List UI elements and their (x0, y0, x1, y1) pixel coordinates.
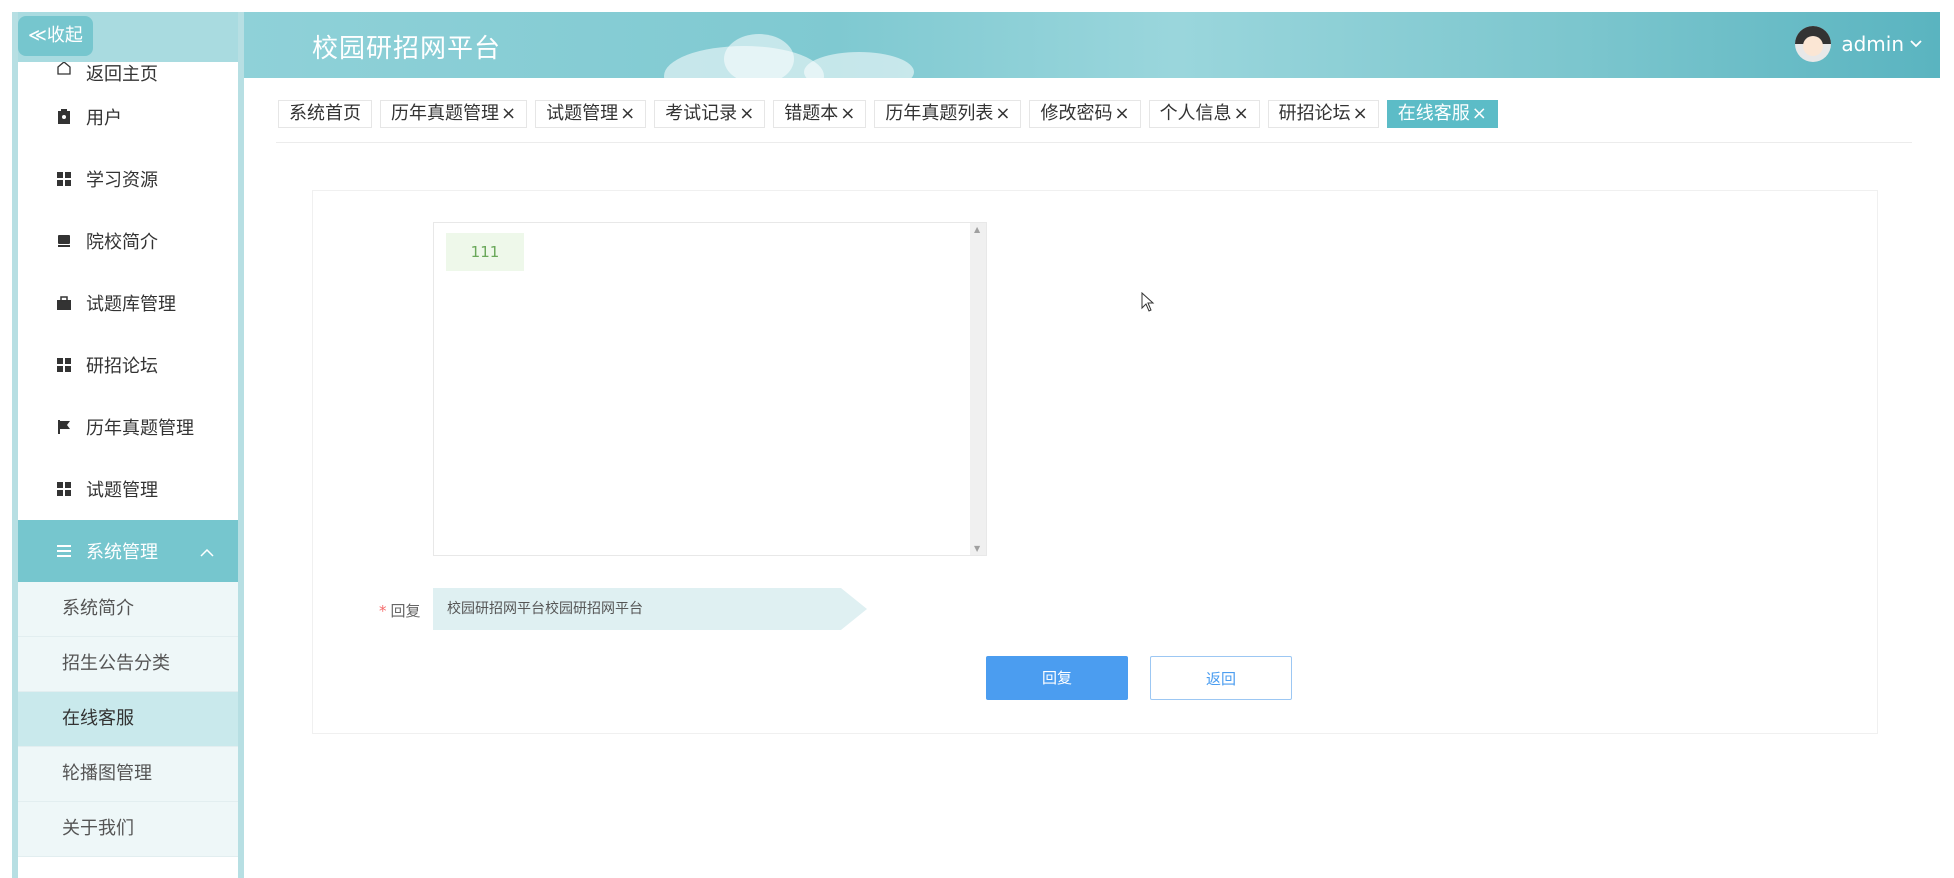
header-cloud-decoration (804, 52, 914, 78)
sidebar-item-label: 研招论坛 (86, 356, 158, 377)
sidebar-item-question-bank[interactable]: 试题库管理 (18, 272, 238, 334)
tab-exam-records[interactable]: 考试记录 × (654, 100, 766, 128)
reply-label-text: 回复 (390, 602, 421, 620)
scroll-down-icon[interactable]: ▼ (974, 544, 980, 553)
tab-label: 试题管理 (546, 103, 619, 124)
tabs-divider (276, 142, 1912, 143)
sidebar-item-past-exams[interactable]: 历年真题管理 (18, 396, 238, 458)
sidebar: ≪收起 返回主页 用户 学习资源 院校简介 试题库管理 研招论坛 历年真题管理 … (18, 12, 238, 878)
tab-label: 错题本 (784, 103, 839, 124)
sidebar-menu: 返回主页 用户 学习资源 院校简介 试题库管理 研招论坛 历年真题管理 试题管理… (18, 60, 238, 582)
sidebar-item-resources[interactable]: 学习资源 (18, 148, 238, 210)
tab-label: 在线客服 (1397, 103, 1470, 124)
sidebar-item-user[interactable]: 用户 (18, 86, 238, 148)
book-icon (56, 233, 72, 249)
list-icon (56, 543, 72, 559)
username: admin (1841, 32, 1904, 56)
tab-label: 考试记录 (665, 103, 738, 124)
top-header: 校园研招网平台 admin (244, 12, 1940, 78)
required-mark: * (379, 602, 387, 620)
submenu-item-admission-categories[interactable]: 招生公告分类 (18, 637, 238, 692)
briefcase-icon (56, 295, 72, 311)
close-icon[interactable]: × (995, 103, 1010, 124)
chevron-up-icon (200, 542, 214, 561)
mouse-cursor-icon (1141, 292, 1155, 312)
reply-button[interactable]: 回复 (986, 656, 1128, 700)
sidebar-submenu: 系统简介 招生公告分类 在线客服 轮播图管理 关于我们 (18, 582, 238, 857)
back-button[interactable]: 返回 (1150, 656, 1292, 700)
app-title: 校园研招网平台 (312, 34, 502, 64)
sidebar-divider (238, 12, 244, 878)
sidebar-item-label: 返回主页 (86, 64, 158, 85)
tab-label: 系统首页 (289, 103, 361, 124)
tab-home[interactable]: 系统首页 (278, 100, 372, 128)
grid-icon (56, 171, 72, 187)
close-icon[interactable]: × (840, 103, 855, 124)
chat-message: 111 (446, 233, 524, 271)
tab-label: 历年真题列表 (885, 103, 994, 124)
close-icon[interactable]: × (620, 103, 635, 124)
flag-icon (56, 419, 72, 435)
submenu-item-online-service[interactable]: 在线客服 (18, 692, 238, 747)
grid-icon (56, 481, 72, 497)
close-icon[interactable]: × (1234, 103, 1249, 124)
tab-label: 研招论坛 (1278, 103, 1351, 124)
avatar-face (1803, 36, 1824, 56)
grid-icon (56, 357, 72, 373)
user-badge-icon (56, 109, 72, 125)
user-menu[interactable]: admin (1795, 26, 1922, 62)
scrollbar[interactable]: ▲ ▼ (970, 223, 986, 555)
tab-profile[interactable]: 个人信息 × (1148, 100, 1260, 128)
tab-questions[interactable]: 试题管理 × (535, 100, 647, 128)
sidebar-group-system[interactable]: 系统管理 (18, 520, 238, 582)
submenu-item-system-intro[interactable]: 系统简介 (18, 582, 238, 637)
left-strip (0, 0, 18, 878)
home-icon (56, 60, 72, 76)
tab-online-service[interactable]: 在线客服 × (1386, 100, 1498, 128)
close-icon[interactable]: × (501, 103, 516, 124)
tab-change-password[interactable]: 修改密码 × (1029, 100, 1141, 128)
tab-bar: 系统首页 历年真题管理 × 试题管理 × 考试记录 × 错题本 × 历年真题列表 × 修改… (278, 100, 1498, 128)
tab-label: 个人信息 (1159, 103, 1232, 124)
sidebar-item-label: 试题库管理 (86, 294, 176, 315)
chevron-down-icon (1910, 36, 1922, 52)
close-icon[interactable]: × (1114, 103, 1129, 124)
sidebar-item-label: 院校简介 (86, 232, 158, 253)
tab-forum[interactable]: 研招论坛 × (1267, 100, 1379, 128)
reply-input[interactable]: 校园研招网平台校园研招网平台 (433, 588, 867, 630)
submenu-item-about-us[interactable]: 关于我们 (18, 802, 238, 857)
avatar (1795, 26, 1832, 62)
sidebar-item-forum[interactable]: 研招论坛 (18, 334, 238, 396)
submenu-item-carousel[interactable]: 轮播图管理 (18, 747, 238, 802)
tab-past-exams[interactable]: 历年真题管理 × (380, 100, 528, 128)
close-icon[interactable]: × (1353, 103, 1368, 124)
sidebar-item-colleges[interactable]: 院校简介 (18, 210, 238, 272)
sidebar-item-label: 试题管理 (86, 480, 158, 501)
sidebar-item-label: 学习资源 (86, 170, 158, 191)
header-cloud-decoration (724, 34, 794, 78)
sidebar-item-label: 用户 (86, 108, 122, 129)
sidebar-item-label: 历年真题管理 (86, 418, 194, 439)
scroll-up-icon[interactable]: ▲ (974, 225, 980, 234)
close-icon[interactable]: × (1472, 103, 1487, 124)
tab-label: 修改密码 (1040, 103, 1113, 124)
tab-past-exam-list[interactable]: 历年真题列表 × (874, 100, 1022, 128)
tab-wrong-book[interactable]: 错题本 × (773, 100, 867, 128)
tab-label: 历年真题管理 (391, 103, 499, 124)
sidebar-item-questions[interactable]: 试题管理 (18, 458, 238, 520)
sidebar-group-label: 系统管理 (86, 542, 158, 563)
reply-label: * 回复 (379, 600, 421, 621)
sidebar-item-home[interactable]: 返回主页 (18, 60, 238, 86)
sidebar-head: ≪收起 (18, 12, 238, 62)
collapse-button[interactable]: ≪收起 (18, 16, 93, 56)
close-icon[interactable]: × (739, 103, 754, 124)
chat-history[interactable]: 111 ▲ ▼ (433, 222, 987, 556)
